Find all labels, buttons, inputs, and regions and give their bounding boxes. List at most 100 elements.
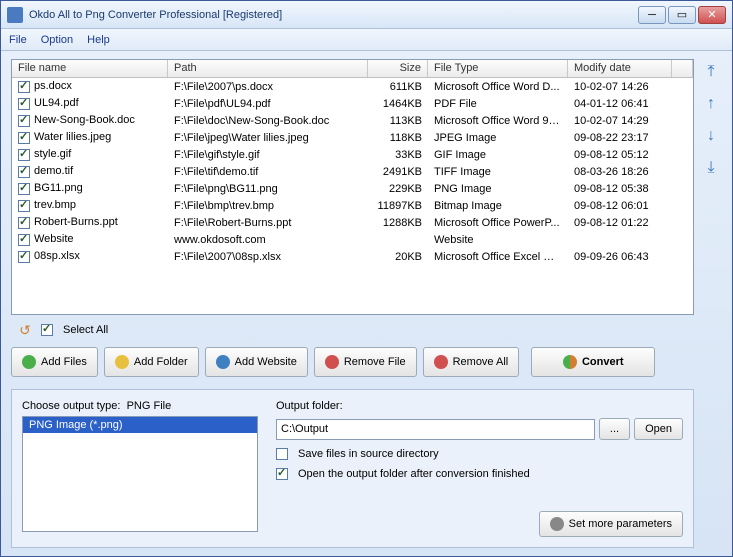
col-filename[interactable]: File name bbox=[12, 60, 168, 77]
cell-filename: Website bbox=[34, 233, 74, 245]
row-checkbox[interactable] bbox=[18, 149, 30, 161]
row-checkbox[interactable] bbox=[18, 98, 30, 110]
table-row[interactable]: BG11.png F:\File\png\BG11.png229KBPNG Ima… bbox=[12, 180, 693, 197]
output-folder-label: Output folder: bbox=[276, 400, 683, 412]
cell-path: F:\File\png\BG11.png bbox=[168, 182, 368, 196]
cell-path: F:\File\2007\ps.docx bbox=[168, 80, 368, 94]
menubar: File Option Help bbox=[1, 29, 732, 51]
convert-icon bbox=[563, 355, 577, 369]
cell-type: Microsoft Office PowerP... bbox=[428, 216, 568, 230]
minimize-button[interactable]: ─ bbox=[638, 6, 666, 24]
move-left-icon[interactable]: ↺ bbox=[15, 321, 35, 339]
save-source-checkbox[interactable] bbox=[276, 448, 288, 460]
globe-icon bbox=[216, 355, 230, 369]
output-folder-input[interactable] bbox=[276, 419, 595, 440]
move-top-icon[interactable]: ⤒ bbox=[702, 63, 720, 81]
cell-filename: BG11.png bbox=[34, 182, 83, 194]
more-parameters-button[interactable]: Set more parameters bbox=[539, 511, 683, 537]
cell-date: 09-08-12 06:01 bbox=[568, 199, 672, 213]
remove-all-button[interactable]: Remove All bbox=[423, 347, 520, 377]
cell-date bbox=[568, 239, 672, 241]
table-row[interactable]: Water lilies.jpeg F:\File\jpeg\Water lili… bbox=[12, 129, 693, 146]
list-item[interactable]: PNG Image (*.png) bbox=[23, 417, 257, 433]
cell-type: Website bbox=[428, 233, 568, 247]
cell-path: F:\File\gif\style.gif bbox=[168, 148, 368, 162]
cell-path: F:\File\pdf\UL94.pdf bbox=[168, 97, 368, 111]
save-source-label: Save files in source directory bbox=[298, 448, 439, 460]
col-size[interactable]: Size bbox=[368, 60, 428, 77]
reorder-controls: ⤒ ↑ ↓ ⤓ bbox=[700, 59, 722, 548]
cell-size bbox=[368, 239, 428, 241]
cell-type: Bitmap Image bbox=[428, 199, 568, 213]
row-checkbox[interactable] bbox=[18, 81, 30, 93]
row-checkbox[interactable] bbox=[18, 251, 30, 263]
remove-file-button[interactable]: Remove File bbox=[314, 347, 417, 377]
select-all-checkbox[interactable] bbox=[41, 324, 53, 336]
window-title: Okdo All to Png Converter Professional [… bbox=[29, 9, 638, 21]
cell-filename: Water lilies.jpeg bbox=[34, 131, 111, 143]
menu-file[interactable]: File bbox=[9, 34, 27, 46]
cell-date: 10-02-07 14:29 bbox=[568, 114, 672, 128]
cell-type: Microsoft Office Word D... bbox=[428, 80, 568, 94]
close-button[interactable]: ✕ bbox=[698, 6, 726, 24]
col-path[interactable]: Path bbox=[168, 60, 368, 77]
gear-icon bbox=[550, 517, 564, 531]
cell-date: 09-08-12 05:38 bbox=[568, 182, 672, 196]
open-folder-button[interactable]: Open bbox=[634, 418, 683, 440]
move-up-icon[interactable]: ↑ bbox=[702, 95, 720, 113]
col-spacer bbox=[672, 60, 693, 77]
output-type-list[interactable]: PNG Image (*.png) bbox=[22, 416, 258, 532]
table-row[interactable]: 08sp.xlsxF:\File\2007\08sp.xlsx20KBMicro… bbox=[12, 248, 693, 265]
table-row[interactable]: UL94.pdfF:\File\pdf\UL94.pdf1464KBPDF Fi… bbox=[12, 95, 693, 112]
cell-filename: Robert-Burns.ppt bbox=[34, 216, 118, 228]
browse-button[interactable]: ... bbox=[599, 418, 630, 440]
row-checkbox[interactable] bbox=[18, 183, 30, 195]
cell-filename: style.gif bbox=[34, 148, 71, 160]
cell-path: F:\File\jpeg\Water lilies.jpeg bbox=[168, 131, 368, 145]
move-bottom-icon[interactable]: ⤓ bbox=[702, 159, 720, 177]
cell-type: TIFF Image bbox=[428, 165, 568, 179]
cell-size: 113KB bbox=[368, 114, 428, 128]
cell-date: 09-08-12 01:22 bbox=[568, 216, 672, 230]
move-down-icon[interactable]: ↓ bbox=[702, 127, 720, 145]
maximize-button[interactable]: ▭ bbox=[668, 6, 696, 24]
row-checkbox[interactable] bbox=[18, 115, 30, 127]
cell-size: 118KB bbox=[368, 131, 428, 145]
cell-size: 20KB bbox=[368, 250, 428, 264]
app-icon bbox=[7, 7, 23, 23]
output-panel: Choose output type: PNG File PNG Image (… bbox=[11, 389, 694, 548]
table-row[interactable]: New-Song-Book.docF:\File\doc\New-Song-Bo… bbox=[12, 112, 693, 129]
cell-size: 1288KB bbox=[368, 216, 428, 230]
add-website-button[interactable]: Add Website bbox=[205, 347, 308, 377]
cell-path: F:\File\bmp\trev.bmp bbox=[168, 199, 368, 213]
col-filetype[interactable]: File Type bbox=[428, 60, 568, 77]
row-checkbox[interactable] bbox=[18, 132, 30, 144]
table-row[interactable]: Websitewww.okdosoft.comWebsite bbox=[12, 231, 693, 248]
select-all-label: Select All bbox=[63, 324, 108, 336]
col-modifydate[interactable]: Modify date bbox=[568, 60, 672, 77]
row-checkbox[interactable] bbox=[18, 166, 30, 178]
cell-size: 611KB bbox=[368, 80, 428, 94]
file-grid: File name Path Size File Type Modify dat… bbox=[11, 59, 694, 315]
menu-help[interactable]: Help bbox=[87, 34, 110, 46]
convert-button[interactable]: Convert bbox=[531, 347, 655, 377]
row-checkbox[interactable] bbox=[18, 217, 30, 229]
table-row[interactable]: ps.docx F:\File\2007\ps.docx611KBMicrosof… bbox=[12, 78, 693, 95]
cell-filename: ps.docx bbox=[34, 80, 72, 92]
cell-size: 229KB bbox=[368, 182, 428, 196]
table-row[interactable]: trev.bmpF:\File\bmp\trev.bmp11897KBBitma… bbox=[12, 197, 693, 214]
cell-date: 08-03-26 18:26 bbox=[568, 165, 672, 179]
add-folder-button[interactable]: Add Folder bbox=[104, 347, 199, 377]
add-files-button[interactable]: Add Files bbox=[11, 347, 98, 377]
cell-type: PNG Image bbox=[428, 182, 568, 196]
cell-date: 09-08-12 05:12 bbox=[568, 148, 672, 162]
table-row[interactable]: demo.tifF:\File\tif\demo.tif2491KBTIFF I… bbox=[12, 163, 693, 180]
cell-filename: demo.tif bbox=[34, 165, 73, 177]
row-checkbox[interactable] bbox=[18, 200, 30, 212]
table-row[interactable]: style.gifF:\File\gif\style.gif33KBGIF Im… bbox=[12, 146, 693, 163]
open-after-checkbox[interactable] bbox=[276, 468, 288, 480]
menu-option[interactable]: Option bbox=[41, 34, 73, 46]
table-row[interactable]: Robert-Burns.pptF:\File\Robert-Burns.ppt… bbox=[12, 214, 693, 231]
row-checkbox[interactable] bbox=[18, 234, 30, 246]
cell-date: 10-02-07 14:26 bbox=[568, 80, 672, 94]
